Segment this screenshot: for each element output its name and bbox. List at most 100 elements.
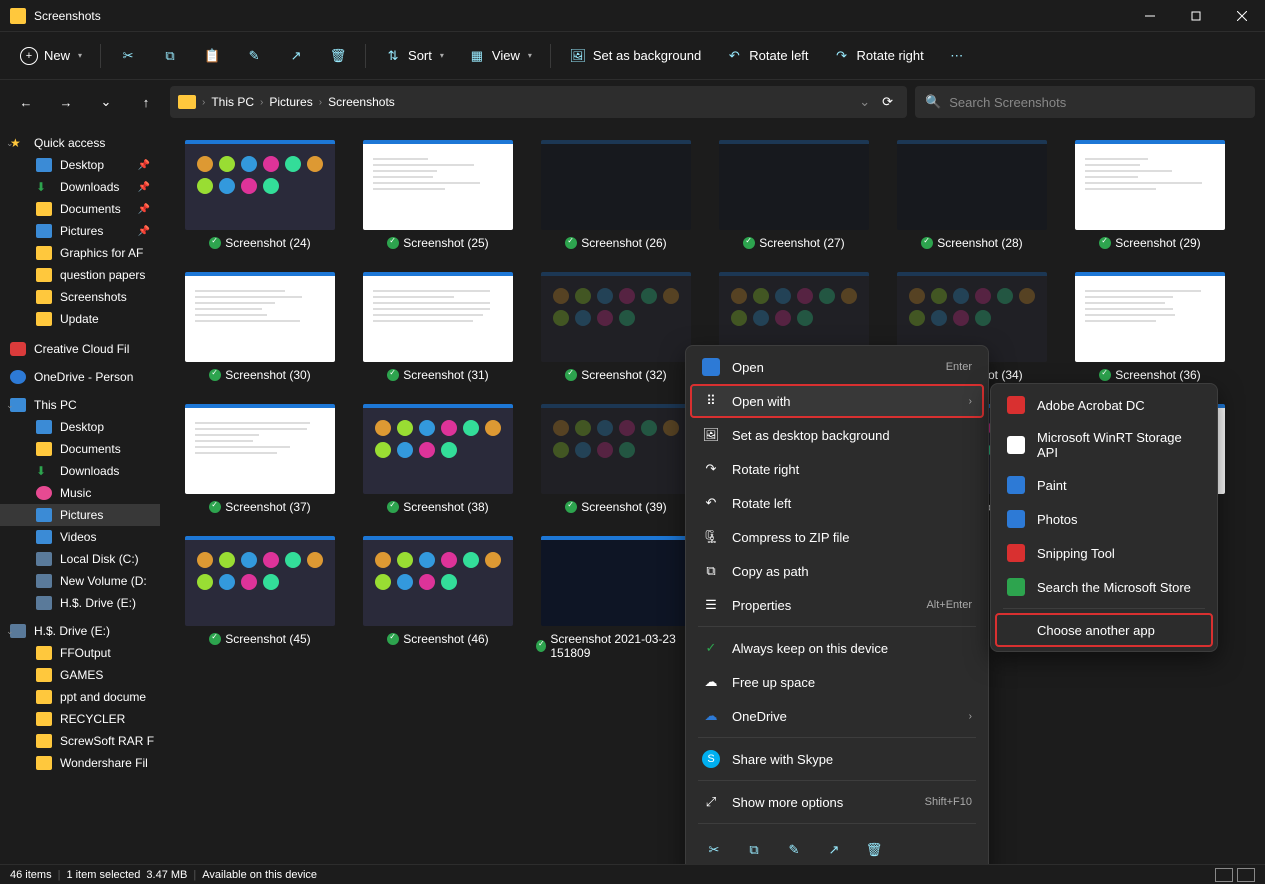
- sidebar-item[interactable]: Local Disk (C:): [0, 548, 160, 570]
- file-thumbnail[interactable]: Screenshot (26): [536, 140, 696, 250]
- ctx-compress[interactable]: 🗜 Compress to ZIP file: [690, 520, 984, 554]
- ctx-always-keep[interactable]: ✓ Always keep on this device: [690, 631, 984, 665]
- sidebar-item[interactable]: Videos: [0, 526, 160, 548]
- breadcrumb-item[interactable]: This PC: [211, 95, 254, 109]
- ctx-copy[interactable]: ⧉: [738, 834, 770, 864]
- maximize-button[interactable]: [1173, 0, 1219, 32]
- sort-button[interactable]: ⇅ Sort ▾: [374, 41, 454, 71]
- sidebar-item[interactable]: Pictures: [0, 504, 160, 526]
- sidebar-item[interactable]: FFOutput: [0, 642, 160, 664]
- file-thumbnail[interactable]: Screenshot (28): [892, 140, 1052, 250]
- sidebar-item[interactable]: Wondershare Fil: [0, 752, 160, 774]
- set-background-button[interactable]: 🖼 Set as background: [559, 41, 711, 71]
- ctx-rotate-right[interactable]: ↷ Rotate right: [690, 452, 984, 486]
- sidebar-item[interactable]: ⬇Downloads📌: [0, 176, 160, 198]
- sidebar-item[interactable]: New Volume (D:: [0, 570, 160, 592]
- sidebar-item[interactable]: Graphics for AF: [0, 242, 160, 264]
- open-with-app[interactable]: Microsoft WinRT Storage API: [995, 422, 1213, 468]
- sidebar-item[interactable]: ScrewSoft RAR F: [0, 730, 160, 752]
- choose-another-app[interactable]: Choose another app: [995, 613, 1213, 647]
- sidebar-item[interactable]: Documents: [0, 438, 160, 460]
- ctx-free-up[interactable]: ☁ Free up space: [690, 665, 984, 699]
- sidebar-item[interactable]: OneDrive - Person: [0, 366, 160, 388]
- chevron-down-icon[interactable]: ⌄: [859, 94, 870, 110]
- address-bar[interactable]: › This PC › Pictures › Screenshots ⌄ ⟳: [170, 86, 907, 118]
- file-thumbnail[interactable]: Screenshot (25): [358, 140, 518, 250]
- minimize-button[interactable]: [1127, 0, 1173, 32]
- open-with-app[interactable]: Adobe Acrobat DC: [995, 388, 1213, 422]
- sidebar-item[interactable]: ⬇Downloads: [0, 460, 160, 482]
- open-with-app[interactable]: Photos: [995, 502, 1213, 536]
- forward-button[interactable]: →: [50, 86, 82, 118]
- breadcrumb-item[interactable]: Pictures: [269, 95, 312, 109]
- view-details-toggle[interactable]: [1215, 868, 1233, 882]
- file-thumbnail[interactable]: Screenshot (29): [1070, 140, 1230, 250]
- paste-button[interactable]: 📋: [193, 41, 231, 71]
- sidebar-item[interactable]: RECYCLER: [0, 708, 160, 730]
- sidebar-item[interactable]: Music: [0, 482, 160, 504]
- breadcrumb-item[interactable]: Screenshots: [328, 95, 395, 109]
- close-button[interactable]: [1219, 0, 1265, 32]
- rename-button[interactable]: ✎: [235, 41, 273, 71]
- rotate-left-button[interactable]: ↶ Rotate left: [715, 41, 818, 71]
- ctx-open[interactable]: Open Enter: [690, 350, 984, 384]
- ctx-rotate-left[interactable]: ↶ Rotate left: [690, 486, 984, 520]
- sidebar-item[interactable]: ppt and docume: [0, 686, 160, 708]
- sidebar-item[interactable]: question papers: [0, 264, 160, 286]
- ctx-properties[interactable]: ☰ Properties Alt+Enter: [690, 588, 984, 622]
- cut-button[interactable]: ✂: [109, 41, 147, 71]
- more-button[interactable]: ⋯: [938, 41, 976, 71]
- file-thumbnail[interactable]: Screenshot (24): [180, 140, 340, 250]
- open-with-app[interactable]: Paint: [995, 468, 1213, 502]
- ctx-open-with[interactable]: ⠿ Open with ›: [690, 384, 984, 418]
- copy-button[interactable]: ⧉: [151, 41, 189, 71]
- sidebar-item[interactable]: ⌄This PC: [0, 394, 160, 416]
- sidebar-item[interactable]: Documents📌: [0, 198, 160, 220]
- ctx-share[interactable]: ↗: [818, 834, 850, 864]
- ctx-skype[interactable]: S Share with Skype: [690, 742, 984, 776]
- file-thumbnail[interactable]: Screenshot (39): [536, 404, 696, 514]
- sidebar-item[interactable]: Desktop📌: [0, 154, 160, 176]
- file-thumbnail[interactable]: Screenshot (36): [1070, 272, 1230, 382]
- open-with-app[interactable]: Snipping Tool: [995, 536, 1213, 570]
- ctx-set-bg[interactable]: 🖼 Set as desktop background: [690, 418, 984, 452]
- ctx-delete[interactable]: 🗑: [858, 834, 890, 864]
- sidebar-item[interactable]: ⌄★Quick access: [0, 132, 160, 154]
- view-button[interactable]: ▦ View ▾: [458, 41, 542, 71]
- ctx-show-more[interactable]: ⤢ Show more options Shift+F10: [690, 785, 984, 819]
- sidebar-item[interactable]: ⌄H.$. Drive (E:): [0, 620, 160, 642]
- sidebar-item[interactable]: Desktop: [0, 416, 160, 438]
- file-thumbnail[interactable]: Screenshot 2021-03-23 151809: [536, 536, 696, 660]
- file-thumbnail[interactable]: Screenshot (30): [180, 272, 340, 382]
- sidebar-item[interactable]: Pictures📌: [0, 220, 160, 242]
- sidebar-item[interactable]: Screenshots: [0, 286, 160, 308]
- rotate-right-button[interactable]: ↷ Rotate right: [823, 41, 934, 71]
- file-thumbnail[interactable]: Screenshot (27): [714, 140, 874, 250]
- sidebar-item[interactable]: Update: [0, 308, 160, 330]
- sidebar-item[interactable]: Creative Cloud Fil: [0, 338, 160, 360]
- file-thumbnail[interactable]: Screenshot (38): [358, 404, 518, 514]
- sidebar-item[interactable]: H.$. Drive (E:): [0, 592, 160, 614]
- file-thumbnail[interactable]: Screenshot (32): [536, 272, 696, 382]
- share-button[interactable]: ↗: [277, 41, 315, 71]
- ctx-rename[interactable]: ✎: [778, 834, 810, 864]
- sidebar-item[interactable]: GAMES: [0, 664, 160, 686]
- ctx-cut[interactable]: ✂: [698, 834, 730, 864]
- recent-button[interactable]: ⌄: [90, 86, 122, 118]
- open-with-app[interactable]: Search the Microsoft Store: [995, 570, 1213, 604]
- refresh-button[interactable]: ⟳: [882, 94, 893, 110]
- ctx-onedrive[interactable]: ☁ OneDrive ›: [690, 699, 984, 733]
- file-thumbnail[interactable]: Screenshot (37): [180, 404, 340, 514]
- delete-button[interactable]: 🗑: [319, 41, 357, 71]
- new-button[interactable]: + New ▾: [10, 41, 92, 71]
- file-thumbnail[interactable]: Screenshot (45): [180, 536, 340, 660]
- up-button[interactable]: ↑: [130, 86, 162, 118]
- ctx-copy-path[interactable]: ⧉ Copy as path: [690, 554, 984, 588]
- search-input[interactable]: 🔍 Search Screenshots: [915, 86, 1255, 118]
- file-thumbnail[interactable]: Screenshot (46): [358, 536, 518, 660]
- fi-folder-icon: [36, 690, 52, 704]
- new-label: New: [44, 48, 70, 63]
- view-thumbnails-toggle[interactable]: [1237, 868, 1255, 882]
- back-button[interactable]: ←: [10, 86, 42, 118]
- file-thumbnail[interactable]: Screenshot (31): [358, 272, 518, 382]
